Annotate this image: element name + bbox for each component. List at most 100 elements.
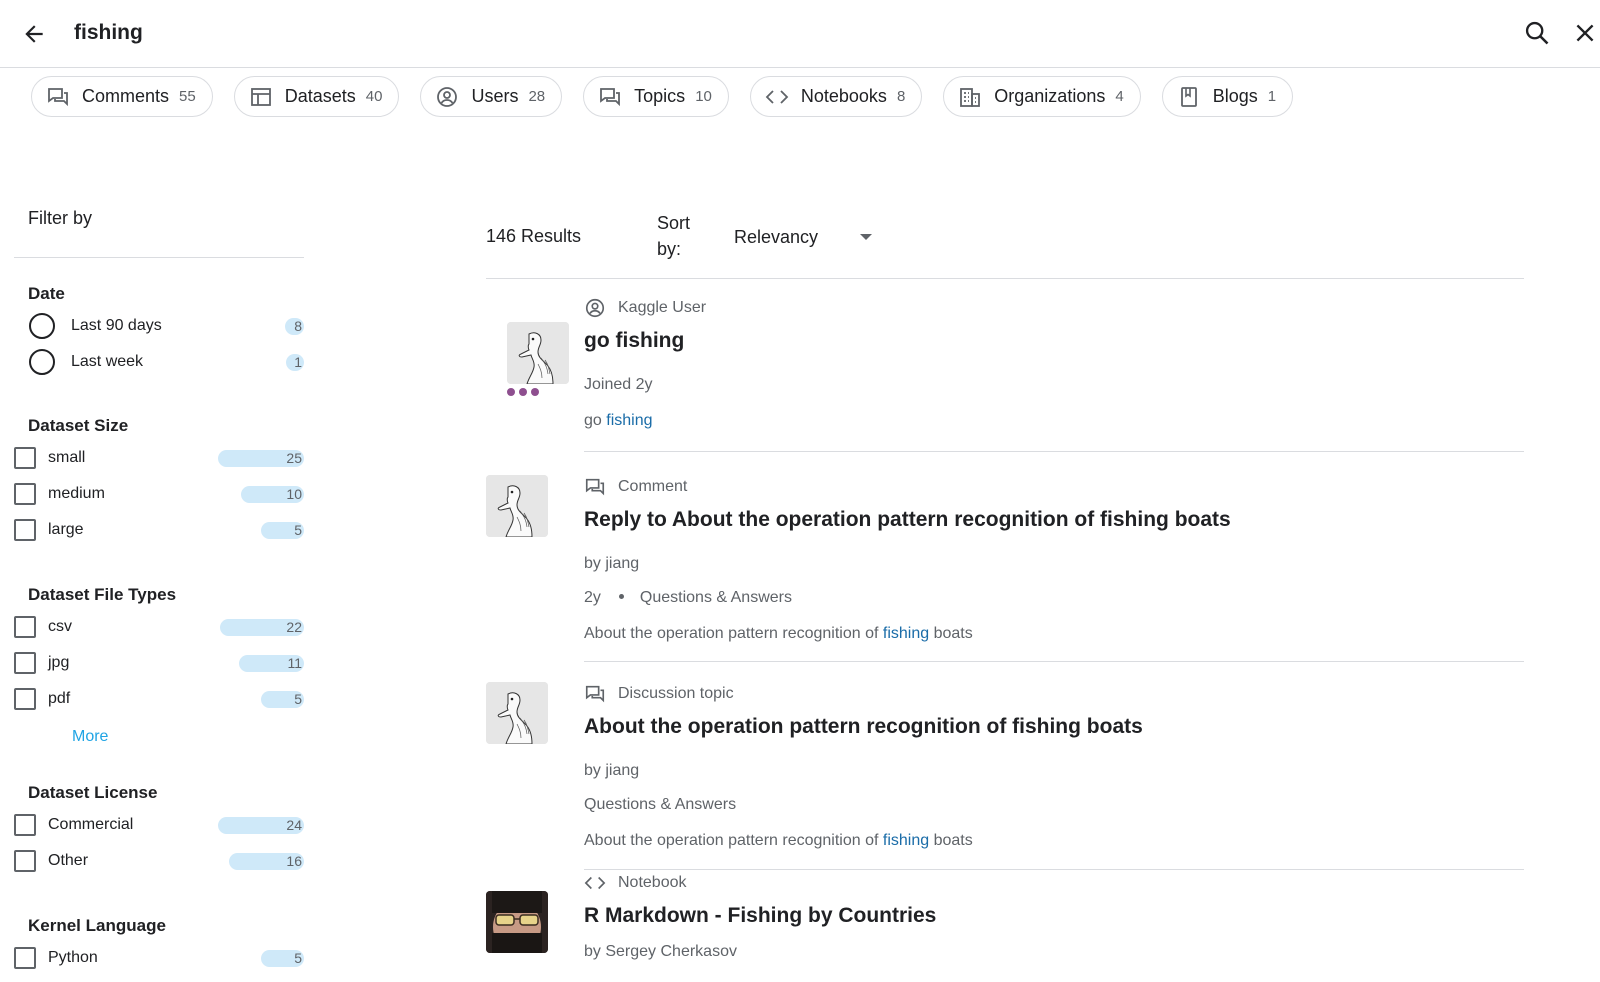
result-title[interactable]: go fishing [584,329,684,353]
tier-indicator [507,388,539,396]
chip-count: 4 [1115,88,1124,105]
arrow-left-icon [25,25,43,43]
search-query[interactable]: fishing [74,18,143,48]
sort-dropdown[interactable]: Relevancy [734,222,884,252]
goose-avatar-icon [507,322,569,384]
filter-option-last-week[interactable]: Last week 1 [14,348,304,376]
result-type: Kaggle User [584,297,706,319]
radio-button[interactable] [29,313,55,339]
result-type: Notebook [584,872,687,894]
option-label: large [48,521,84,538]
checkbox[interactable] [14,616,36,638]
snippet-text: boats [929,625,973,642]
snippet-text: About the operation pattern recognition … [584,832,883,849]
option-label: jpg [48,654,70,671]
checkbox[interactable] [14,688,36,710]
snippet-highlight: fishing [882,832,930,849]
more-file-types-link[interactable]: More [72,728,108,746]
checkbox[interactable] [14,850,36,872]
snippet-text: go [584,412,607,429]
separator-dot [618,593,624,599]
search-bar: fishing [0,0,1600,68]
user-avatar[interactable] [486,891,548,953]
user-avatar[interactable] [507,322,569,384]
snippet-highlight: fishing [606,412,653,429]
radio-button[interactable] [29,349,55,375]
filter-option-small[interactable]: small 25 [14,444,304,472]
back-button[interactable] [18,18,50,50]
chip-count: 55 [179,88,196,105]
code-icon [584,872,606,894]
result-item[interactable]: Kaggle User go fishing Joined 2y go fish… [486,279,1524,452]
user-circle-icon [584,297,606,319]
checkbox[interactable] [14,652,36,674]
category-chips: Comments 55 Datasets 40 Users 28 Topics … [31,76,1294,117]
chip-label: Notebooks [800,86,887,106]
chip-blogs[interactable]: Blogs 1 [1161,76,1294,117]
result-item[interactable]: Notebook R Markdown - Fishing by Countri… [486,870,1524,982]
chip-label: Topics [634,86,686,106]
filter-option-pdf[interactable]: pdf 5 [14,685,304,713]
clear-search-button[interactable] [1568,16,1600,50]
count-bar: 8 [285,317,304,335]
checkbox[interactable] [14,447,36,469]
chip-label: Users [471,86,519,106]
chip-users[interactable]: Users 28 [420,76,563,117]
result-title[interactable]: About the operation pattern recognition … [584,715,1143,739]
filter-option-jpg[interactable]: jpg 11 [14,649,304,677]
option-label: small [48,449,86,466]
result-joined: Joined 2y [584,376,653,393]
option-label: Commercial [48,816,134,833]
chip-count: 10 [695,88,712,105]
code-icon [765,85,789,109]
chip-label: Organizations [994,86,1106,106]
close-icon [1576,24,1594,42]
count-bar: 11 [239,654,304,672]
filter-option-other[interactable]: Other 16 [14,847,304,875]
checkbox[interactable] [14,947,36,969]
filter-option-commercial[interactable]: Commercial 24 [14,811,304,839]
filter-option-last-90-days[interactable]: Last 90 days 8 [14,312,304,340]
search-button[interactable] [1520,16,1554,50]
option-count: 10 [286,486,302,502]
filter-option-medium[interactable]: medium 10 [14,480,304,508]
filter-group-title: Date [28,284,65,303]
chip-label: Comments [82,86,170,106]
chip-notebooks[interactable]: Notebooks 8 [749,76,923,117]
filter-option-csv[interactable]: csv 22 [14,613,304,641]
option-count: 5 [294,950,302,966]
table-icon [249,85,273,109]
result-item[interactable]: Discussion topic About the operation pat… [486,662,1524,870]
option-count: 16 [286,853,302,869]
filter-option-python[interactable]: Python 5 [14,944,304,972]
option-count: 5 [294,522,302,538]
checkbox[interactable] [14,814,36,836]
result-title[interactable]: R Markdown - Fishing by Countries [584,904,936,928]
chip-topics[interactable]: Topics 10 [583,76,729,117]
result-item[interactable]: Comment Reply to About the operation pat… [486,452,1524,662]
option-label: medium [48,485,105,502]
option-label: csv [48,618,72,635]
user-avatar[interactable] [486,475,548,537]
result-title[interactable]: Reply to About the operation pattern rec… [584,508,1231,532]
goose-avatar-icon [486,682,548,744]
comments-icon [46,85,70,109]
chip-datasets[interactable]: Datasets 40 [233,76,400,117]
comments-icon [598,85,622,109]
checkbox[interactable] [14,483,36,505]
user-avatar[interactable] [486,682,548,744]
checkbox[interactable] [14,519,36,541]
sort-label: Sort by: [657,213,691,259]
result-meta-line: 2y Questions & Answers [584,589,792,607]
count-bar: 5 [261,949,304,967]
chip-comments[interactable]: Comments 55 [31,76,213,117]
chip-organizations[interactable]: Organizations 4 [943,76,1141,117]
result-forum: Questions & Answers [584,796,737,813]
filter-option-large[interactable]: large 5 [14,516,304,544]
user-circle-icon [435,85,459,109]
search-icon [1525,21,1549,45]
result-type: Comment [584,476,687,498]
snippet-highlight: fishing [882,625,930,642]
count-bar: 24 [218,816,304,834]
result-snippet: go fishing [584,412,653,430]
